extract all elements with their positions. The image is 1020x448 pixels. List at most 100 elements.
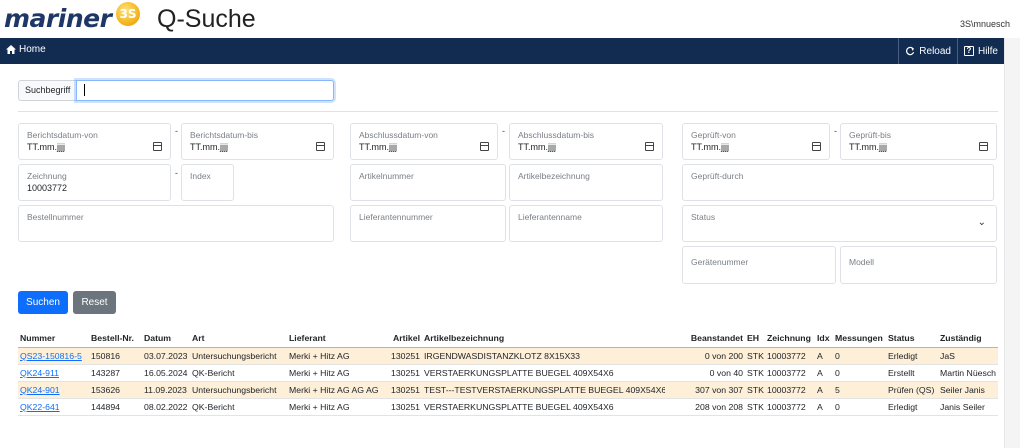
field-label: Geprüft-von <box>691 130 736 140</box>
calendar-icon[interactable] <box>645 142 654 151</box>
column-header[interactable]: Art <box>190 330 287 348</box>
search-label: Suchbegriff <box>18 80 78 101</box>
artikelnummer-field[interactable]: Artikelnummer <box>350 164 506 201</box>
modell-field[interactable]: Modell <box>840 246 997 284</box>
geprueft-bis-field[interactable]: Geprüft-bis TT.mm.jjjj <box>840 123 997 160</box>
abschlussdatum-bis-field[interactable]: Abschlussdatum-bis TT.mm.jjjj <box>509 123 663 160</box>
cell-artikel: 130251 <box>384 381 422 399</box>
help-icon: ? <box>963 46 974 56</box>
help-label: Hilfe <box>977 45 998 57</box>
lieferantennummer-field[interactable]: Lieferantennummer <box>350 205 506 242</box>
cell-zeichnung: 10003772 <box>765 398 815 416</box>
berichtsdatum-von-field[interactable]: Berichtsdatum-von TT.mm.jjjj <box>18 123 171 160</box>
artikelbezeichnung-field[interactable]: Artikelbezeichnung <box>509 164 663 201</box>
table-row[interactable]: QK24-901 153626 11.09.2023 Untersuchungs… <box>18 381 998 399</box>
cell-messungen: 5 <box>833 381 886 399</box>
cell-zeichnung: 10003772 <box>765 347 815 365</box>
field-label: Abschlussdatum-bis <box>518 130 595 140</box>
column-header[interactable]: Beanstandet <box>665 330 745 348</box>
cell-idx: A <box>815 364 833 382</box>
field-value: TT.mm.jjjj <box>849 142 887 152</box>
column-header[interactable]: Zeichnung <box>765 330 815 348</box>
cell-bestell-nr: 150816 <box>89 347 142 365</box>
calendar-icon[interactable] <box>316 142 325 151</box>
calendar-icon[interactable] <box>480 142 489 151</box>
column-header[interactable]: Idx <box>815 330 833 348</box>
field-label: Index <box>190 171 211 181</box>
table-row[interactable]: QS23-150816-5 150816 03.07.2023 Untersuc… <box>18 347 998 365</box>
field-value: TT.mm.jjjj <box>27 142 65 152</box>
cell-status: Erstellt <box>886 364 938 382</box>
cell-eh: STK <box>745 347 765 365</box>
search-input[interactable] <box>76 80 334 101</box>
cell-zeichnung: 10003772 <box>765 364 815 382</box>
abschlussdatum-von-field[interactable]: Abschlussdatum-von TT.mm.jjjj <box>350 123 498 160</box>
table-row[interactable]: QK22-641 144894 08.02.2022 QK-Bericht Me… <box>18 398 998 416</box>
field-label: Geprüft-durch <box>691 171 744 181</box>
report-link[interactable]: QK24-911 <box>20 368 59 378</box>
column-header[interactable]: EH <box>745 330 765 348</box>
report-link[interactable]: QK24-901 <box>20 385 60 395</box>
field-value: 10003772 <box>27 183 68 193</box>
calendar-icon[interactable] <box>153 142 162 151</box>
cell-beanstandet: 0 von 40 <box>665 364 745 382</box>
cell-artikel: 130251 <box>384 364 422 382</box>
nav-home-label: Home <box>19 44 46 55</box>
column-header[interactable]: Artikel <box>384 330 422 348</box>
suchen-button[interactable]: Suchen <box>18 291 68 314</box>
cell-idx: A <box>815 398 833 416</box>
berichtsdatum-bis-field[interactable]: Berichtsdatum-bis TT.mm.jjjj <box>181 123 334 160</box>
column-header[interactable]: Nummer <box>18 330 89 348</box>
reload-icon <box>906 46 915 56</box>
cell-art: QK-Bericht <box>190 364 287 382</box>
cell-status: Erledigt <box>886 347 938 365</box>
reload-button[interactable]: Reload <box>898 38 957 64</box>
geprueft-von-field[interactable]: Geprüft-von TT.mm.jjjj <box>682 123 830 160</box>
cell-art: Untersuchungsbericht <box>190 347 287 365</box>
geraetenummer-field[interactable]: Gerätenummer <box>682 246 836 284</box>
cell-artikelbezeichnung: VERSTAERKUNGSPLATTE BUEGEL 409X54X6 <box>422 364 665 382</box>
page-title: Q-Suche <box>157 5 256 33</box>
field-label: Berichtsdatum-von <box>27 130 98 140</box>
table-row[interactable]: QK24-911 143287 16.05.2024 QK-Bericht Me… <box>18 364 998 382</box>
status-select[interactable]: Status ⌄ <box>682 205 997 242</box>
column-header[interactable]: Datum <box>142 330 190 348</box>
column-header[interactable]: Status <box>886 330 938 348</box>
report-link[interactable]: QS23-150816-5 <box>20 351 82 361</box>
calendar-icon[interactable] <box>812 142 821 151</box>
lieferantenname-field[interactable]: Lieferantenname <box>509 205 663 242</box>
column-header[interactable]: Bestell-Nr. <box>89 330 142 348</box>
cell-datum: 03.07.2023 <box>142 347 190 365</box>
geprueft-durch-field[interactable]: Geprüft-durch <box>682 164 994 201</box>
nav-home-link[interactable]: Home <box>6 44 46 55</box>
help-button[interactable]: ? Hilfe <box>956 38 1004 64</box>
column-header[interactable]: Zuständig <box>938 330 998 348</box>
column-header[interactable]: Messungen <box>833 330 886 348</box>
index-field[interactable]: Index <box>181 164 234 201</box>
cell-beanstandet: 307 von 307 <box>665 381 745 399</box>
cell-eh: STK <box>745 381 765 399</box>
column-header[interactable]: Lieferant <box>287 330 384 348</box>
column-header[interactable]: Artikelbezeichnung <box>422 330 665 348</box>
cell-status: Erledigt <box>886 398 938 416</box>
bestellnummer-field[interactable]: Bestellnummer <box>18 205 334 242</box>
cell-beanstandet: 208 von 208 <box>665 398 745 416</box>
reset-button[interactable]: Reset <box>73 291 116 314</box>
cell-idx: A <box>815 381 833 399</box>
field-label: Lieferantennummer <box>359 212 433 222</box>
cell-zustaendig: JaS <box>938 347 998 365</box>
calendar-icon[interactable] <box>979 142 988 151</box>
current-user: 3S\mnuesch <box>959 19 1010 29</box>
zeichnung-field[interactable]: Zeichnung 10003772 <box>18 164 171 201</box>
vertical-scrollbar[interactable] <box>1004 38 1020 448</box>
field-label: Geprüft-bis <box>849 130 892 140</box>
field-label: Status <box>691 212 716 222</box>
cell-bestell-nr: 153626 <box>89 381 142 399</box>
cell-eh: STK <box>745 364 765 382</box>
cell-zeichnung: 10003772 <box>765 381 815 399</box>
range-dash: - <box>175 168 178 178</box>
report-link[interactable]: QK22-641 <box>20 402 60 412</box>
field-label: Artikelnummer <box>359 171 414 181</box>
cell-artikelbezeichnung: IRGENDWASDISTANZKLOTZ 8X15X33 <box>422 347 665 365</box>
field-value: TT.mm.jjjj <box>691 142 729 152</box>
